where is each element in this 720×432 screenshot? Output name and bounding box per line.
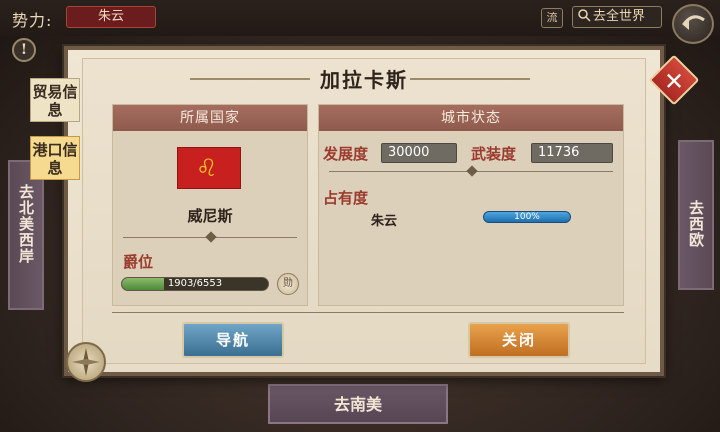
tab-trade-info[interactable]: 贸易信息 [30,78,80,122]
dialog-title: 加拉卡斯 [320,68,408,92]
armament-value: 11736 [531,143,613,163]
development-value: 30000 [381,143,457,163]
winged-lion-icon: ♌ [196,154,218,182]
rank-progress-text: 1903/6553 [167,278,223,289]
country-panel: 所属国家 ♌ 威尼斯 爵位 1903/6553 勋 [112,104,308,306]
top-bar: 势力: 朱云 流 去全世界 [0,0,720,44]
development-label: 发展度 [323,145,369,163]
country-name: 威尼斯 [187,207,233,225]
title-ornament-left [190,78,310,80]
owner-share-bar: 100% [483,211,571,223]
flow-button[interactable]: 流 [541,8,563,28]
go-west-europe-button[interactable]: 去西欧 [678,140,714,290]
armament-label: 武装度 [471,145,517,163]
go-world-button[interactable]: 去全世界 [572,6,662,28]
bottom-divider [112,312,624,313]
city-status-panel: 城市状态 发展度 30000 武装度 11736 占有度 朱云 100% [318,104,624,306]
faction-name-button[interactable]: 朱云 [66,6,156,28]
navigate-button[interactable]: 导航 [182,322,284,358]
back-arrow-icon [682,15,705,30]
close-icon: ✕ [663,67,685,96]
side-right-label: 去西欧 [687,200,705,248]
city-status-header: 城市状态 [319,105,623,131]
rank-label: 爵位 [123,253,154,271]
go-world-label: 去全世界 [593,9,646,24]
medal-button[interactable]: 勋 [277,273,299,295]
side-left-label: 去北美西岸 [17,184,35,264]
title-ornament-right [410,78,530,80]
alert-icon[interactable]: ! [12,38,36,62]
search-icon [577,8,591,29]
rank-progress-bar: 1903/6553 [121,277,269,291]
owner-name: 朱云 [371,214,398,229]
tab-port-info[interactable]: 港口信息 [30,136,80,180]
compass-icon[interactable] [66,342,106,382]
divider-ornament [205,231,217,243]
go-south-america-button[interactable]: 去南美 [268,384,448,424]
country-flag: ♌ [177,147,241,189]
close-button[interactable]: 关闭 [468,322,570,358]
back-button[interactable] [672,4,714,44]
faction-label: 势力: [12,11,53,30]
go-north-america-west-button[interactable]: 去北美西岸 [8,160,44,310]
country-panel-header: 所属国家 [113,105,307,131]
occupancy-label: 占有度 [323,189,369,207]
divider-ornament [466,165,478,177]
